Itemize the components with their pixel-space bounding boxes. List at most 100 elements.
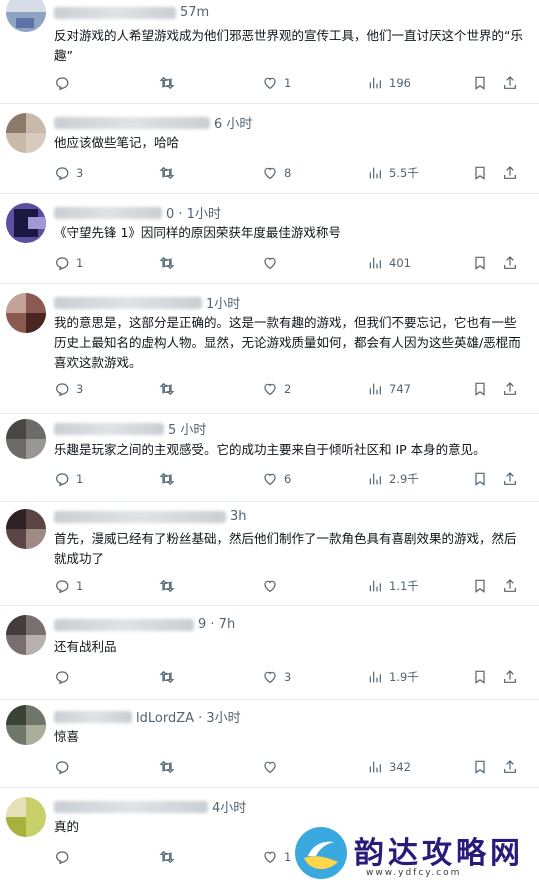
tweet-time[interactable]: 6 小时 [214, 117, 252, 132]
avatar[interactable] [6, 705, 46, 745]
heart-icon [264, 851, 276, 864]
share-icon [504, 166, 516, 179]
tweet-text: 他应该做些笔记，哈哈 [54, 135, 180, 150]
views-button[interactable]: 5.5千 [367, 163, 419, 183]
share-button[interactable] [502, 667, 518, 687]
views-icon [369, 580, 381, 592]
tweet-time[interactable]: ldLordZA · 3小时 [136, 711, 241, 726]
tweet-meta: 5 小时 [54, 419, 206, 439]
share-button[interactable] [502, 757, 518, 777]
share-button[interactable] [502, 163, 518, 183]
avatar[interactable] [6, 203, 46, 243]
retweet-button[interactable] [159, 847, 181, 867]
heart-icon [264, 473, 276, 486]
tweet-time[interactable]: 5 小时 [168, 423, 206, 438]
bookmark-button[interactable] [472, 73, 488, 93]
reply-button[interactable]: 1 [54, 469, 83, 489]
tweet[interactable]: 1小时 我的意思是，这部分是正确的。这是一款有趣的游戏，但我们不要忘记，它也有一… [0, 283, 539, 414]
share-icon [504, 579, 516, 592]
bookmark-button[interactable] [472, 576, 488, 596]
retweet-button[interactable] [159, 253, 181, 273]
like-button[interactable]: 2 [262, 379, 291, 399]
avatar[interactable] [6, 797, 46, 837]
tweet[interactable]: 0 · 1小时 《守望先锋 1》因同样的原因荣获年度最佳游戏称号 1 401 [0, 193, 539, 284]
views-button[interactable]: 401 [367, 253, 411, 273]
watermark-url: www.ydfcy.com [366, 868, 462, 878]
tweet-meta: 3h [54, 509, 247, 529]
share-icon [504, 760, 516, 773]
like-button[interactable]: 6 [262, 469, 291, 489]
reply-button[interactable]: 3 [54, 379, 83, 399]
views-button[interactable]: 342 [367, 757, 411, 777]
avatar[interactable] [6, 113, 46, 153]
share-button[interactable] [502, 576, 518, 596]
reply-button[interactable]: 1 [54, 576, 83, 596]
like-button[interactable]: 1 [262, 73, 291, 93]
avatar[interactable] [6, 615, 46, 655]
tweet[interactable]: 9 · 7h 还有战利品 3 1.9千 [0, 605, 539, 700]
tweet[interactable]: 6 小时 他应该做些笔记，哈哈 3 8 5.5千 [0, 103, 539, 194]
retweet-button[interactable] [159, 576, 181, 596]
reply-button[interactable] [54, 847, 76, 867]
views-button[interactable]: 2.9千 [367, 469, 419, 489]
bookmark-button[interactable] [472, 757, 488, 777]
share-button[interactable] [502, 253, 518, 273]
tweet-time[interactable]: 3h [230, 509, 247, 524]
views-button[interactable]: 747 [367, 379, 411, 399]
reply-button[interactable] [54, 73, 76, 93]
tweet[interactable]: ldLordZA · 3小时 惊喜 342 [0, 699, 539, 788]
share-button[interactable] [502, 73, 518, 93]
bookmark-button[interactable] [472, 469, 488, 489]
reply-button[interactable] [54, 667, 76, 687]
views-button[interactable]: 1.1千 [367, 576, 419, 596]
tweet-actions: 1 196 [54, 73, 524, 93]
tweet-time[interactable]: 57m [180, 5, 209, 20]
tweet-time[interactable]: 4小时 [212, 801, 246, 816]
avatar[interactable] [6, 509, 46, 549]
avatar[interactable] [6, 293, 46, 333]
bookmark-icon [475, 256, 485, 270]
heart-icon [264, 257, 276, 270]
avatar[interactable] [6, 0, 46, 32]
tweet-text: 还有战利品 [54, 639, 117, 654]
retweet-button[interactable] [159, 73, 181, 93]
reply-button[interactable]: 1 [54, 253, 83, 273]
reply-icon [56, 851, 69, 865]
tweet-text: 我的意思是，这部分是正确的。这是一款有趣的游戏，但我们不要忘记，它也有一些历史上… [54, 315, 521, 370]
bookmark-button[interactable] [472, 379, 488, 399]
retweet-button[interactable] [159, 379, 181, 399]
avatar[interactable] [6, 419, 46, 459]
tweet-actions: 342 [54, 757, 524, 777]
retweet-button[interactable] [159, 469, 181, 489]
bookmark-button[interactable] [472, 253, 488, 273]
tweet-time[interactable]: 1小时 [206, 297, 240, 312]
retweet-button[interactable] [159, 163, 181, 183]
views-button[interactable]: 1.9千 [367, 667, 419, 687]
like-button[interactable]: 3 [262, 667, 291, 687]
reply-button[interactable]: 3 [54, 163, 83, 183]
retweet-button[interactable] [159, 667, 181, 687]
tweet-time[interactable]: 0 · 1小时 [166, 207, 221, 222]
retweet-button[interactable] [159, 757, 181, 777]
tweet[interactable]: 5 小时 乐趣是玩家之间的主观感受。它的成功主要来自于倾听社区和 IP 本身的意… [0, 413, 539, 502]
reply-button[interactable] [54, 757, 76, 777]
tweet-time[interactable]: 9 · 7h [198, 617, 235, 632]
views-button[interactable]: 196 [367, 73, 411, 93]
tweet-text: 反对游戏的人希望游戏成为他们邪恶世界观的宣传工具，他们一直讨厌这个世界的“乐趣” [54, 28, 523, 63]
share-button[interactable] [502, 469, 518, 489]
retweet-icon [159, 670, 175, 684]
bookmark-button[interactable] [472, 667, 488, 687]
like-button[interactable] [262, 576, 284, 596]
tweet[interactable]: 3h 首先，漫威已经有了粉丝基础，然后他们制作了一款角色具有喜剧效果的游戏，然后… [0, 501, 539, 606]
like-button[interactable]: 8 [262, 163, 291, 183]
bookmark-icon [475, 76, 485, 90]
share-button[interactable] [502, 379, 518, 399]
watermark: 韵达攻略网 www.ydfcy.com [294, 826, 530, 884]
like-button[interactable]: 1 [262, 847, 291, 867]
tweet[interactable]: 57m 反对游戏的人希望游戏成为他们邪恶世界观的宣传工具，他们一直讨厌这个世界的… [0, 0, 539, 104]
watermark-logo-icon [295, 827, 347, 879]
share-icon [504, 472, 516, 485]
like-button[interactable] [262, 757, 284, 777]
bookmark-button[interactable] [472, 163, 488, 183]
like-button[interactable] [262, 253, 284, 273]
